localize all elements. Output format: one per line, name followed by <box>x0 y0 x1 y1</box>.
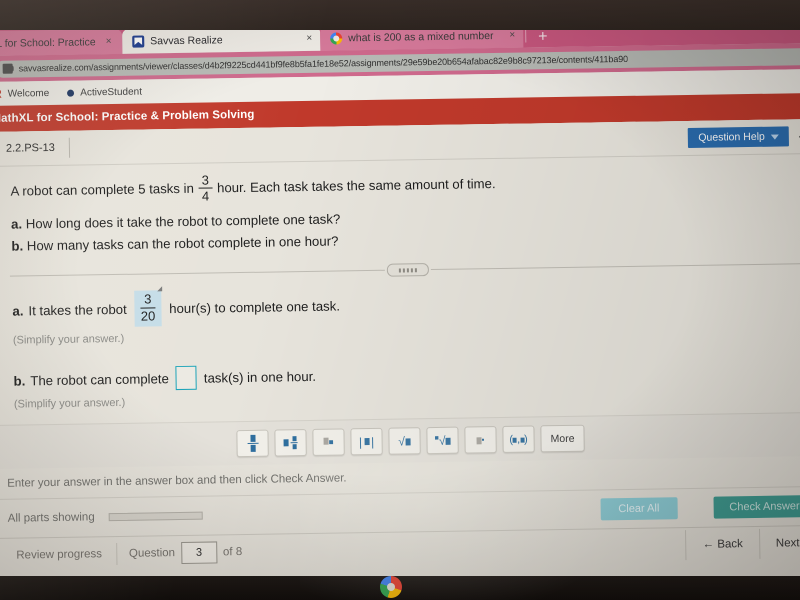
answer-row-a: a. It takes the robot 3 20 hour(s) to co… <box>12 280 800 328</box>
tab-close-icon[interactable]: × <box>106 36 112 47</box>
part-a-text: How long does it take the robot to compl… <box>25 211 341 232</box>
divider-left <box>9 270 385 277</box>
tab-label: what is 200 as a mixed number <box>348 29 494 44</box>
bookmark-label: Welcome <box>7 87 50 100</box>
fraction-denominator: 4 <box>198 187 213 204</box>
interval-button[interactable]: (,) <box>502 425 535 454</box>
nth-root-button[interactable]: ■√ <box>426 426 459 455</box>
answer-a-denominator: 20 <box>140 307 156 325</box>
problem-fraction: 3 4 <box>198 172 213 204</box>
absolute-value-button[interactable]: | | <box>350 427 383 456</box>
more-button[interactable]: More <box>540 424 585 453</box>
back-button[interactable]: ← Back <box>685 529 760 561</box>
check-answer-button[interactable]: Check Answer <box>713 495 800 519</box>
mixed-number-button[interactable] <box>274 429 307 457</box>
answer-b-text-after: task(s) in one hour. <box>203 368 317 386</box>
question-id: 2.2.PS-13 <box>0 137 71 159</box>
google-favicon <box>330 31 343 45</box>
next-button[interactable]: Next → <box>758 527 800 560</box>
clear-all-button[interactable]: Clear All <box>600 497 678 521</box>
answer-a-text-before: It takes the robot <box>28 301 127 319</box>
answer-a-numerator: 3 <box>144 291 152 307</box>
section-divider <box>0 257 800 283</box>
chrome-taskbar-icon[interactable] <box>380 576 402 598</box>
exponent-button[interactable]: ■ <box>312 428 345 457</box>
subscript-button[interactable]: ▪ <box>464 426 497 454</box>
bookmark-welcome[interactable]: R Welcome <box>0 86 49 101</box>
problem-text-before: A robot can complete 5 tasks in <box>10 180 194 199</box>
question-help-group: Question Help <box>688 126 800 148</box>
fraction-numerator: 3 <box>201 172 210 188</box>
tab-label: L for School: Practice <box>0 35 96 50</box>
problem-line-1: A robot can complete 5 tasks in 3 4 hour… <box>10 164 800 205</box>
answer-area: a. It takes the robot 3 20 hour(s) to co… <box>0 280 800 411</box>
problem-parts: a. How long does it take the robot to co… <box>11 202 800 256</box>
bookmark-activestudent[interactable]: ActiveStudent <box>67 86 142 98</box>
nav-right-group: ← Back Next → <box>685 527 800 561</box>
problem-text-after: hour. Each task takes the same amount of… <box>216 175 496 196</box>
bookmark-label: ActiveStudent <box>80 86 143 99</box>
question-total-label: of 8 <box>222 546 243 559</box>
tab-divider <box>525 28 527 43</box>
top-bezel <box>0 0 800 30</box>
answer-a-input[interactable]: 3 20 <box>134 290 162 327</box>
part-b-text: How many tasks can the robot complete in… <box>26 233 339 254</box>
photo-of-screen: L for School: Practice × Savvas Realize … <box>0 0 800 600</box>
answer-b-label: b. <box>13 373 26 389</box>
question-number-input[interactable]: 3 <box>180 541 218 565</box>
question-help-label: Question Help <box>698 130 765 144</box>
divider-right <box>430 263 800 271</box>
page-info-icon[interactable] <box>2 63 13 74</box>
answer-a-label: a. <box>12 303 24 319</box>
tab-close-icon[interactable]: × <box>509 30 515 41</box>
browser-tab-mathxl[interactable]: L for School: Practice × <box>0 28 123 56</box>
realize-icon: R <box>0 87 2 101</box>
savvas-favicon <box>132 35 145 48</box>
chevron-down-icon <box>770 134 779 140</box>
part-a-label: a. <box>10 216 23 232</box>
new-tab-button[interactable]: + <box>528 28 558 47</box>
tab-close-icon[interactable]: × <box>306 33 312 44</box>
parts-progress-bar <box>108 511 203 522</box>
all-parts-showing-label: All parts showing <box>7 511 95 525</box>
review-progress-button[interactable]: Review progress <box>2 539 116 571</box>
question-word-label: Question <box>128 547 176 560</box>
question-content: A robot can complete 5 tasks in 3 4 hour… <box>0 154 800 574</box>
fraction-button[interactable] <box>236 429 269 458</box>
url-text: savvasrealize.com/assignments/viewer/cla… <box>18 53 629 74</box>
app-title: MathXL for School: Practice & Problem So… <box>0 108 255 125</box>
answer-a-text-after: hour(s) to complete one task. <box>169 298 341 316</box>
answer-b-text-before: The robot can complete <box>30 370 169 389</box>
app-body: 2.2.PS-13 Question Help A robot can comp… <box>0 118 800 600</box>
square-root-button[interactable]: √ <box>388 427 421 455</box>
browser-window: L for School: Practice × Savvas Realize … <box>0 12 800 600</box>
answer-b-input[interactable] <box>175 365 198 391</box>
question-number-group: Question 3 of 8 <box>117 541 255 565</box>
blue-dot-icon <box>67 89 75 97</box>
collapse-handle[interactable] <box>386 263 429 278</box>
question-help-button[interactable]: Question Help <box>688 126 789 148</box>
problem-statement: A robot can complete 5 tasks in 3 4 hour… <box>0 164 800 256</box>
part-b-label: b. <box>11 238 24 254</box>
tab-label: Savvas Realize <box>150 33 223 47</box>
more-button-label: More <box>550 432 575 445</box>
